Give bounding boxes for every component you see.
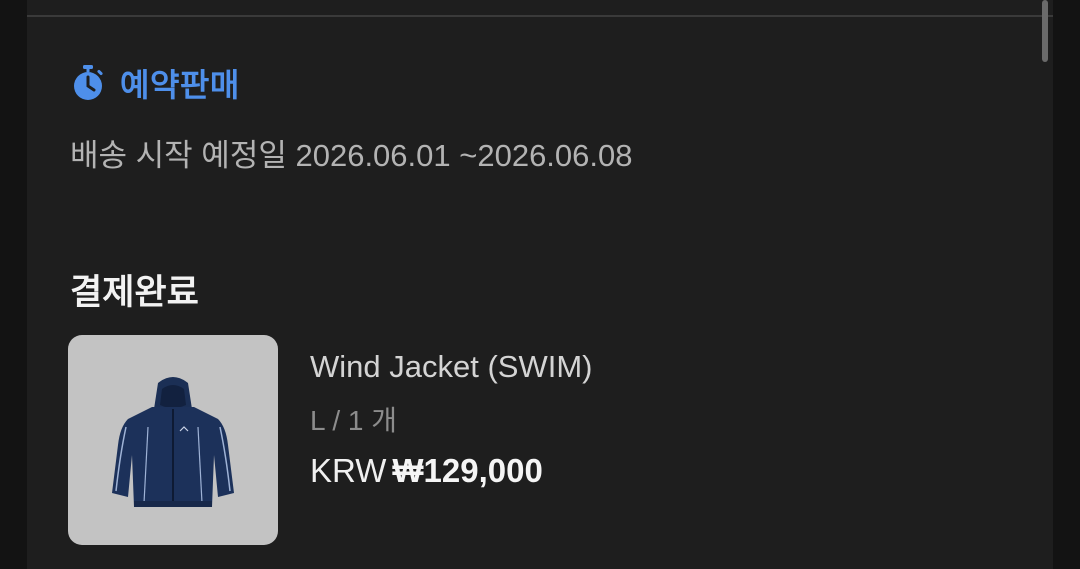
stopwatch-icon: [74, 65, 103, 100]
product-option: L / 1 개: [310, 405, 397, 436]
product-price: KRW ₩129,000: [310, 452, 543, 490]
shipping-date-text: 배송 시작 예정일 2026.06.01 ~2026.06.08: [70, 138, 633, 173]
outer-background-right: [1053, 0, 1080, 569]
preorder-badge: 예약판매: [70, 62, 240, 104]
price-currency: KRW: [310, 452, 387, 489]
product-name[interactable]: Wind Jacket (SWIM): [310, 349, 592, 385]
order-status-title: 결제완료: [70, 273, 199, 312]
product-image[interactable]: [68, 335, 278, 545]
price-amount: ₩129,000: [392, 452, 543, 489]
top-divider: [27, 15, 1053, 17]
preorder-label: 예약판매: [120, 67, 240, 103]
scrollbar-thumb[interactable]: [1042, 0, 1048, 62]
jacket-illustration: [112, 377, 234, 507]
outer-background-left: [0, 0, 27, 569]
